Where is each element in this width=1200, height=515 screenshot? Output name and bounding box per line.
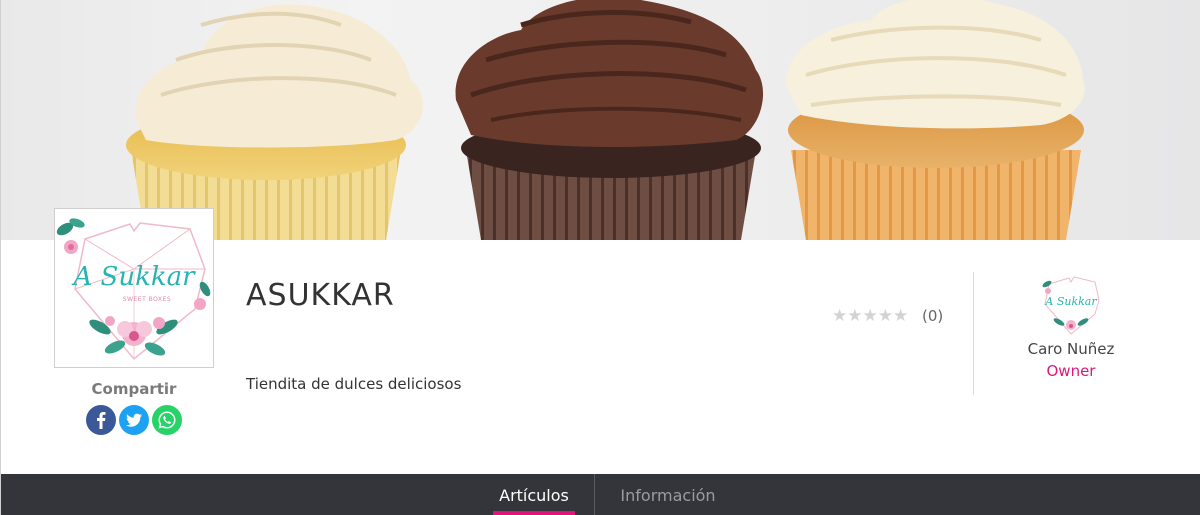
owner-avatar-image: A Sukkar	[1042, 276, 1100, 335]
shop-page: A Sukkar SWEET BOXES Compartir ASUKKAR T…	[0, 0, 1200, 515]
shop-logo-image: A Sukkar SWEET BOXES	[55, 209, 213, 367]
twitter-share-button[interactable]	[119, 405, 149, 435]
owner-name[interactable]: Caro Nuñez	[991, 340, 1151, 358]
tab-articulos[interactable]: Artículos	[493, 474, 575, 515]
shop-tab-bar: Artículos Información	[1, 474, 1200, 515]
tab-informacion-label: Información	[620, 486, 716, 505]
twitter-icon	[119, 405, 149, 435]
tab-separator	[594, 474, 595, 515]
facebook-share-button[interactable]	[86, 405, 116, 435]
logo-tagline: SWEET BOXES	[123, 296, 171, 303]
vertical-divider	[973, 272, 974, 395]
share-buttons	[86, 405, 186, 437]
shop-logo[interactable]: A Sukkar SWEET BOXES	[54, 208, 214, 368]
whatsapp-share-button[interactable]	[152, 405, 182, 435]
owner-avatar[interactable]: A Sukkar	[1039, 274, 1103, 338]
rating-count: (0)	[922, 307, 944, 325]
logo-script-text: A Sukkar	[71, 262, 196, 292]
active-tab-indicator	[493, 511, 575, 515]
owner-role-badge: Owner	[1046, 362, 1096, 380]
shop-title: ASUKKAR	[246, 278, 395, 313]
shop-description: Tiendita de dulces deliciosos	[246, 375, 462, 393]
shop-banner-image	[1, 0, 1200, 240]
rating-stars-icon: ★★★★★	[832, 306, 909, 326]
whatsapp-icon	[152, 405, 182, 435]
tab-informacion[interactable]: Información	[615, 474, 721, 515]
facebook-icon	[86, 405, 116, 435]
avatar-script-text: A Sukkar	[1044, 295, 1097, 308]
cupcakes-illustration	[126, 0, 1085, 240]
share-label: Compartir	[91, 380, 177, 398]
tab-articulos-label: Artículos	[499, 486, 569, 505]
